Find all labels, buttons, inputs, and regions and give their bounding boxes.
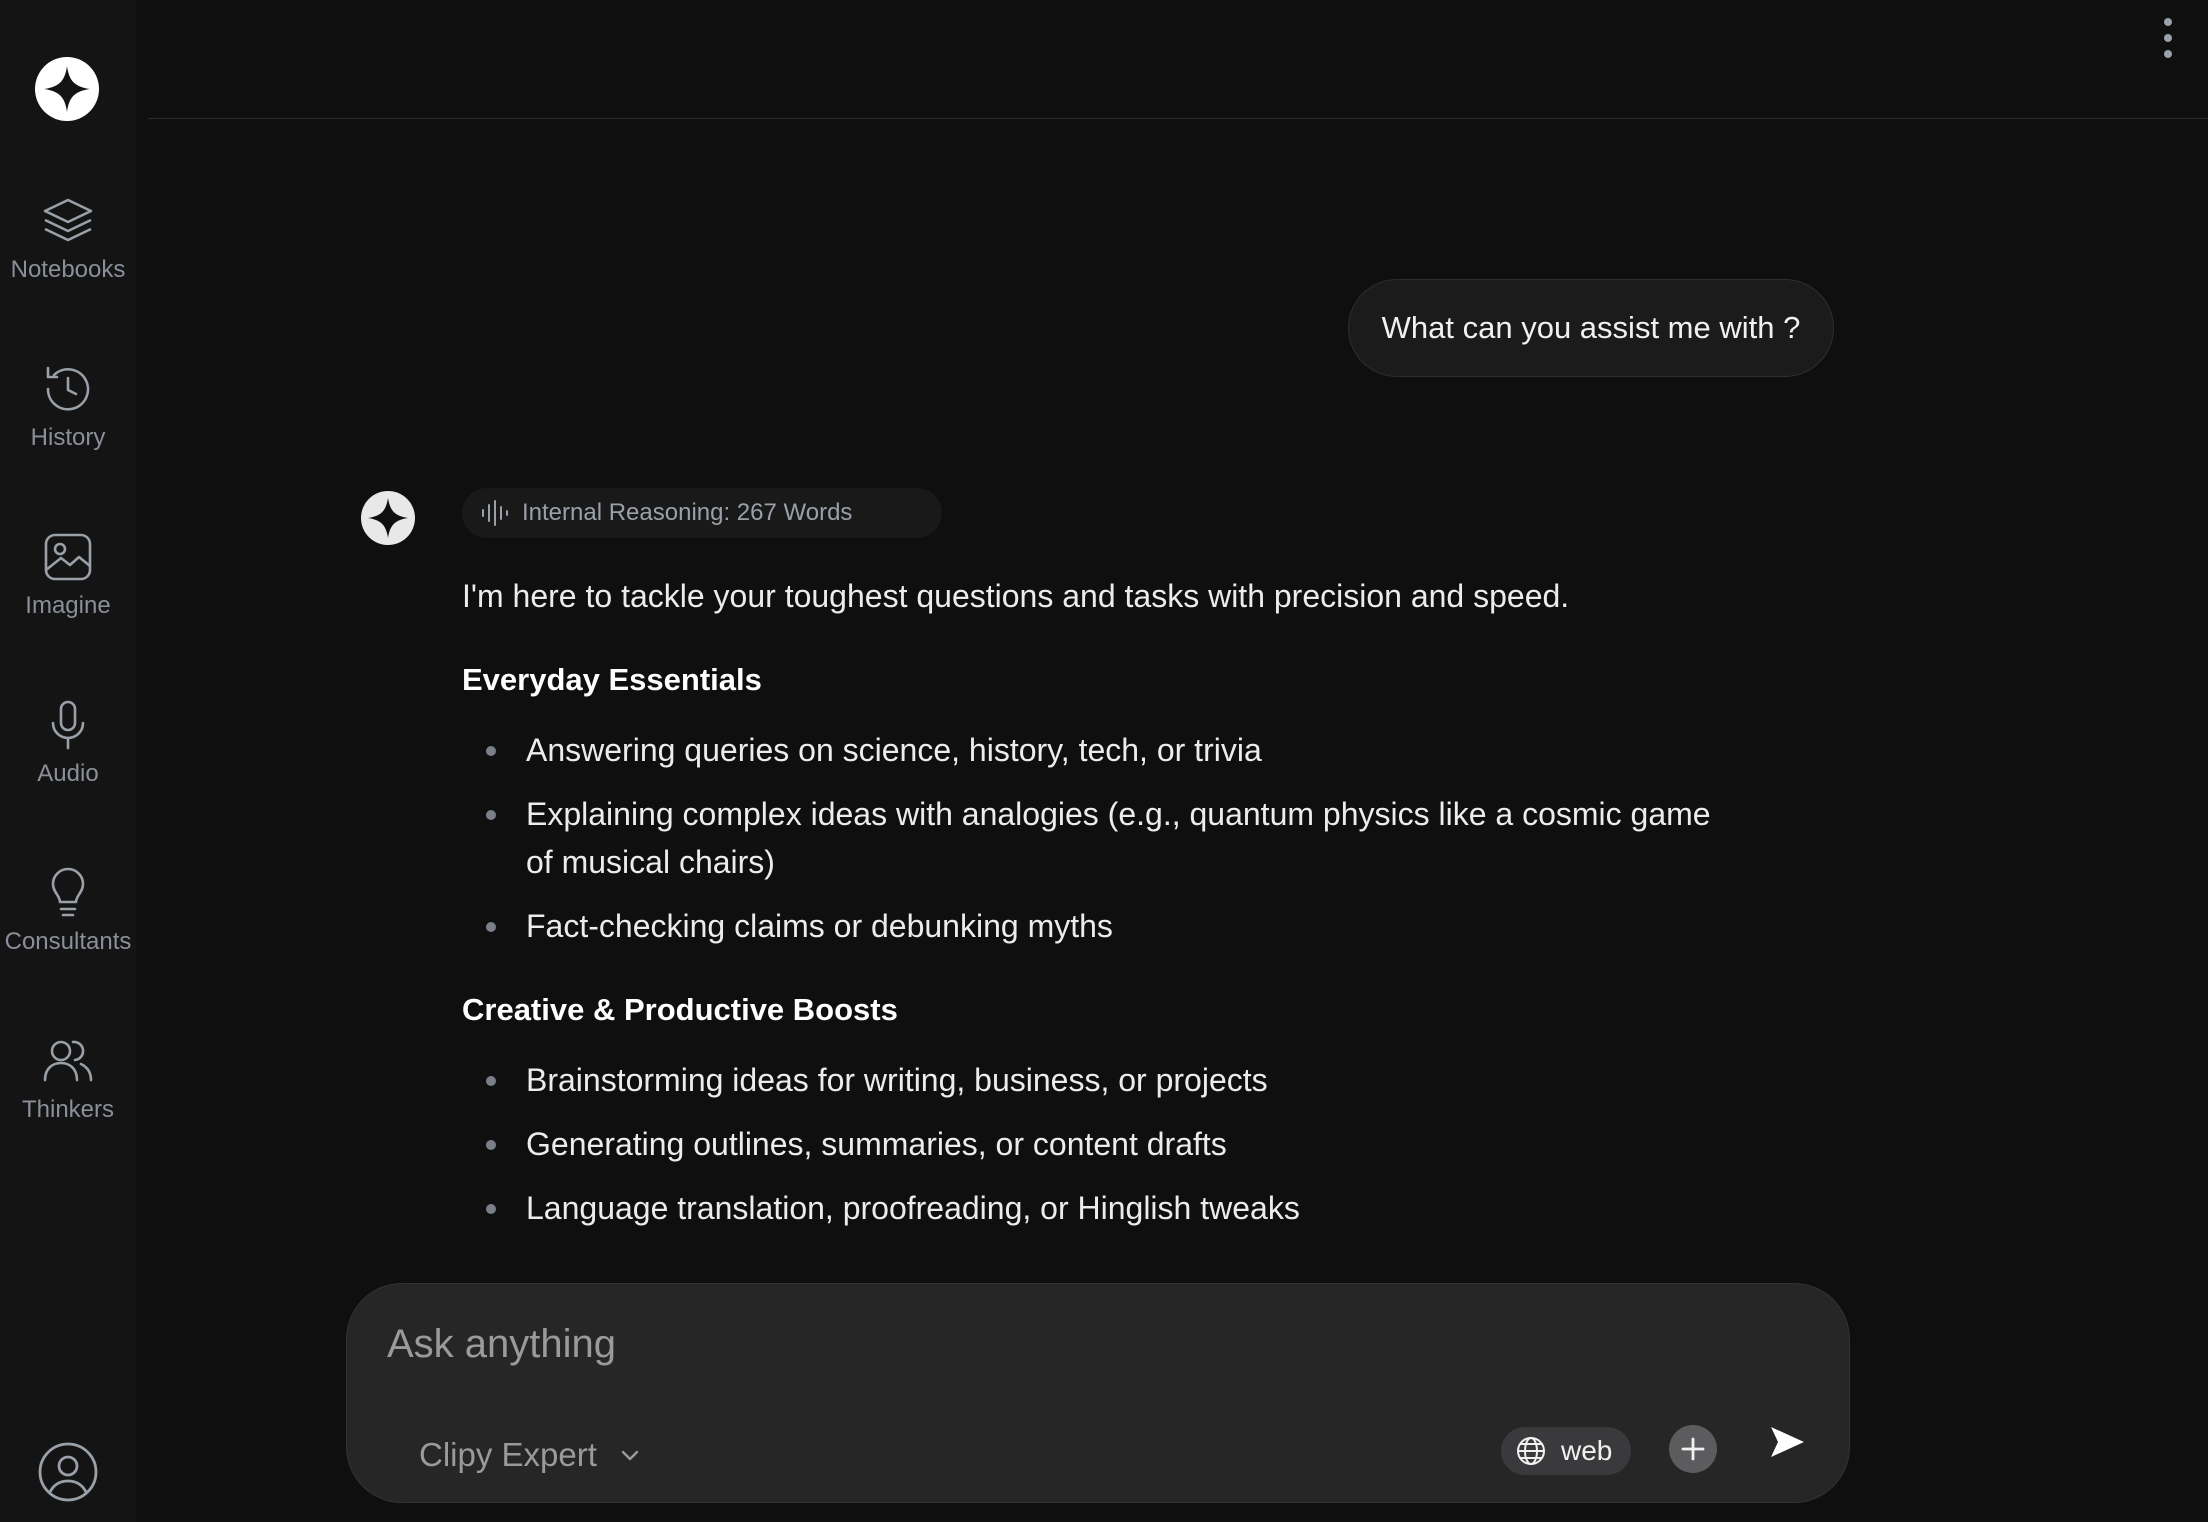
history-clock-icon: [46, 366, 90, 411]
app-root: Notebooks History Imagine Audio Consulta…: [0, 0, 2208, 1522]
internal-reasoning-toggle[interactable]: Internal Reasoning: 267 Words: [462, 488, 942, 538]
waveform-icon: [482, 500, 508, 526]
sidebar-item-notebooks[interactable]: Notebooks: [0, 192, 136, 312]
ask-input[interactable]: [385, 1308, 1769, 1380]
model-name: Clipy Expert: [419, 1436, 597, 1473]
section-heading: Creative & Productive Boosts: [462, 992, 898, 1027]
plus-icon: [1681, 1437, 1705, 1461]
message-composer: Clipy Expert web: [346, 1283, 1850, 1503]
sidebar-item-audio[interactable]: Audio: [0, 696, 136, 816]
web-search-toggle[interactable]: web: [1501, 1427, 1631, 1475]
sidebar-item-label: Audio: [37, 760, 99, 787]
lightbulb-icon: [51, 867, 85, 917]
list-item: Brainstorming ideas for writing, busines…: [486, 1056, 1786, 1104]
send-icon: [1771, 1427, 1804, 1457]
sidebar: Notebooks History Imagine Audio Consulta…: [0, 0, 136, 1522]
top-bar: [148, 0, 2208, 119]
reasoning-label: Internal Reasoning: 267 Words: [522, 499, 853, 526]
sidebar-item-consultants[interactable]: Consultants: [0, 864, 136, 984]
list-item: Answering queries on science, history, t…: [486, 726, 1786, 774]
user-circle-icon[interactable]: [37, 1441, 99, 1503]
sidebar-item-label: Thinkers: [21, 1096, 115, 1123]
list-item: Language translation, proofreading, or H…: [486, 1184, 1786, 1232]
web-label: web: [1561, 1435, 1613, 1466]
sidebar-item-history[interactable]: History: [0, 360, 136, 480]
users-icon: [43, 1040, 93, 1082]
section-heading: Everyday Essentials: [462, 662, 762, 697]
bullet-list: Brainstorming ideas for writing, busines…: [462, 1056, 1762, 1232]
sidebar-item-label: Imagine: [25, 592, 111, 619]
kebab-menu-icon[interactable]: [2158, 16, 2178, 64]
sidebar-item-imagine[interactable]: Imagine: [0, 528, 136, 648]
sidebar-item-label: Consultants: [4, 928, 132, 955]
send-button[interactable]: [1757, 1412, 1817, 1472]
sparkle-logo-icon[interactable]: [34, 56, 100, 122]
bullet-list: Answering queries on science, history, t…: [462, 726, 1762, 950]
user-message-bubble: What can you assist me with ?: [1348, 279, 1834, 377]
sidebar-item-label: Notebooks: [10, 256, 126, 283]
add-attachment-button[interactable]: [1669, 1425, 1717, 1473]
globe-icon: [1517, 1437, 1545, 1465]
image-icon: [44, 533, 92, 581]
list-item: Generating outlines, summaries, or conte…: [486, 1120, 1786, 1168]
model-selector[interactable]: Clipy Expert: [419, 1436, 643, 1474]
assistant-message: I'm here to tackle your toughest questio…: [462, 572, 1762, 1248]
microphone-icon: [51, 700, 85, 750]
list-item: Explaining complex ideas with analogies …: [486, 790, 1786, 886]
sidebar-item-thinkers[interactable]: Thinkers: [0, 1032, 136, 1152]
sidebar-item-label: History: [30, 424, 106, 451]
list-item: Fact-checking claims or debunking myths: [486, 902, 1786, 950]
assistant-avatar-icon: [360, 490, 416, 546]
answer-intro: I'm here to tackle your toughest questio…: [462, 578, 1570, 614]
chevron-down-icon: [621, 1450, 639, 1461]
layers-icon: [43, 198, 93, 242]
